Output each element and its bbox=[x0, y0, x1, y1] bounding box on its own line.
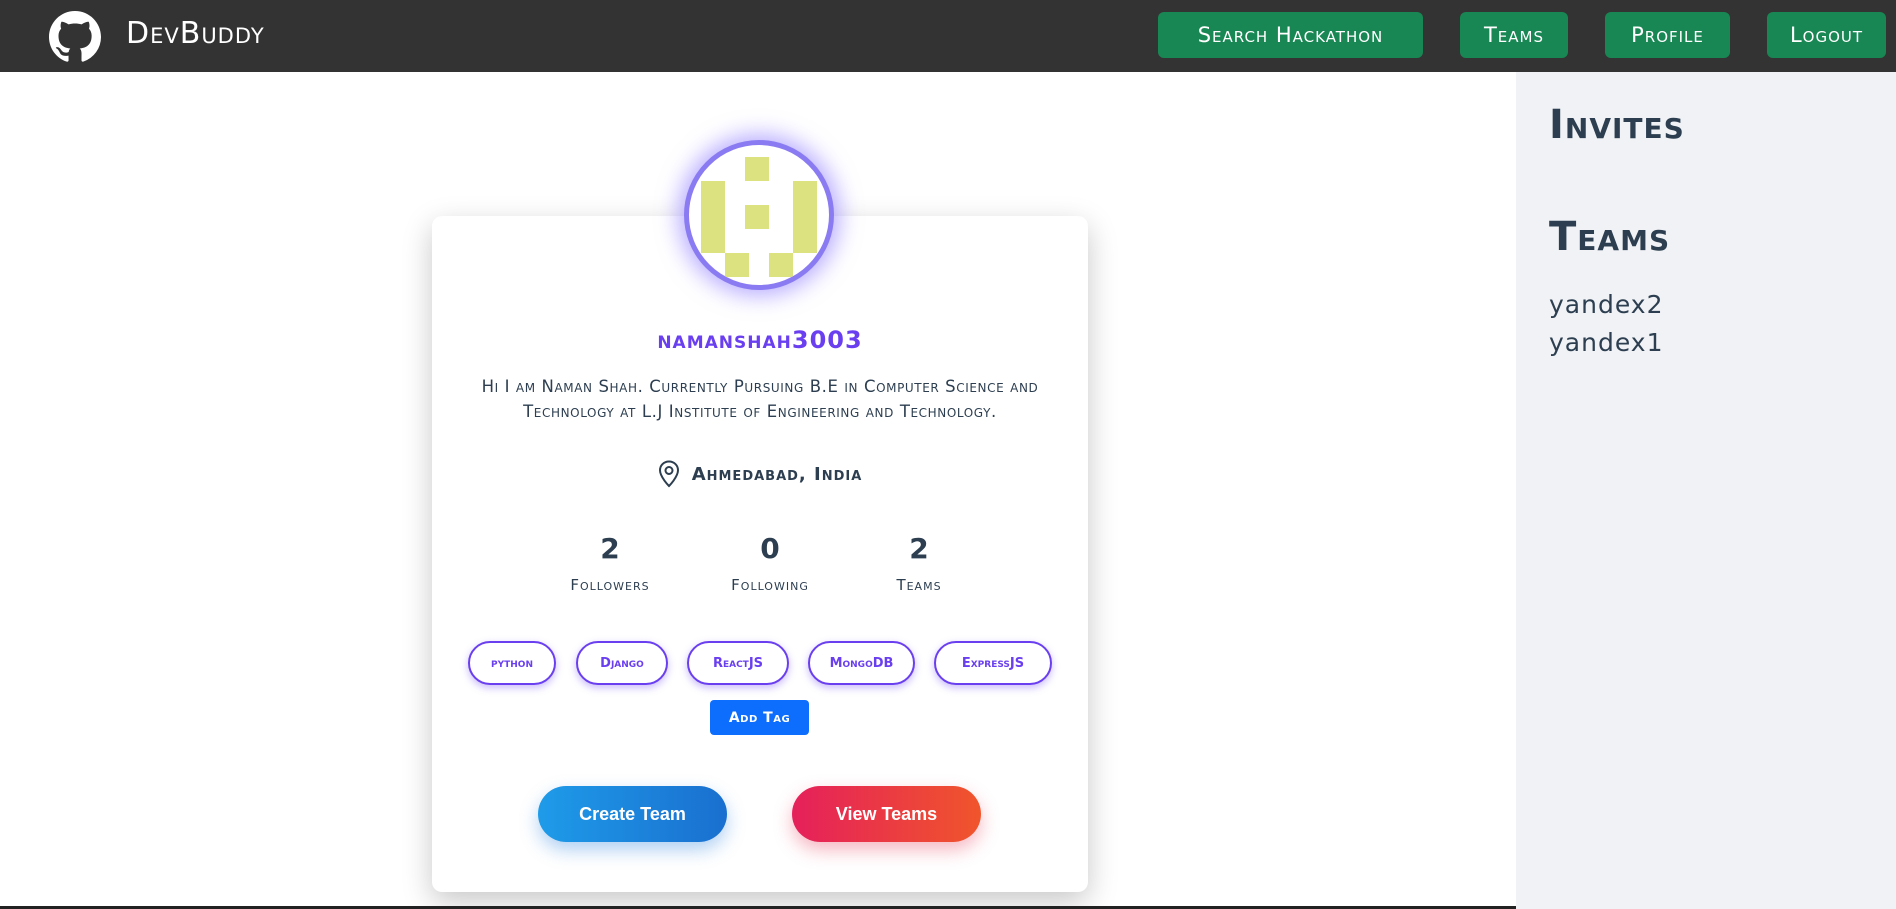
tag-mongodb[interactable]: MongoDB bbox=[808, 641, 915, 685]
sidebar-team-yandex2[interactable]: yandex2 bbox=[1549, 290, 1663, 319]
avatar bbox=[684, 140, 834, 290]
profile-nav-button[interactable]: Profile bbox=[1605, 12, 1730, 58]
teams-stat[interactable]: 2 Teams bbox=[859, 532, 979, 594]
followers-stat[interactable]: 2 Followers bbox=[550, 532, 670, 594]
profile-location: Ahmedabad, India bbox=[432, 460, 1088, 488]
profile-bio: Hi I am Naman Shah. Currently Pursuing B… bbox=[481, 377, 1039, 421]
sidebar-team-yandex1[interactable]: yandex1 bbox=[1549, 328, 1663, 357]
github-logo-icon[interactable] bbox=[49, 11, 101, 63]
sidebar: Invites Teams yandex2 yandex1 bbox=[1516, 72, 1896, 909]
add-tag-button[interactable]: Add Tag bbox=[710, 700, 809, 735]
navbar: DevBuddy Search Hackathon Teams Profile … bbox=[0, 0, 1896, 72]
following-stat[interactable]: 0 Following bbox=[710, 532, 830, 594]
logout-button[interactable]: Logout bbox=[1767, 12, 1886, 58]
tag-django[interactable]: Django bbox=[576, 641, 668, 685]
teams-nav-button[interactable]: Teams bbox=[1460, 12, 1568, 58]
invites-heading: Invites bbox=[1549, 102, 1685, 148]
create-team-button[interactable]: Create Team bbox=[538, 786, 727, 842]
profile-username: namanshah3003 bbox=[657, 326, 863, 354]
tag-expressjs[interactable]: ExpressJS bbox=[934, 641, 1052, 685]
search-hackathon-button[interactable]: Search Hackathon bbox=[1158, 12, 1423, 58]
followers-count: 2 bbox=[600, 532, 620, 565]
view-teams-button[interactable]: View Teams bbox=[792, 786, 981, 842]
teams-heading: Teams bbox=[1549, 214, 1671, 260]
following-label: Following bbox=[731, 576, 809, 594]
teams-count: 2 bbox=[909, 532, 929, 565]
followers-label: Followers bbox=[570, 576, 650, 594]
location-pin-icon bbox=[658, 460, 679, 488]
brand-name[interactable]: DevBuddy bbox=[126, 16, 265, 51]
location-text: Ahmedabad, India bbox=[691, 463, 863, 485]
tag-reactjs[interactable]: ReactJS bbox=[687, 641, 789, 685]
tag-python[interactable]: python bbox=[468, 641, 556, 685]
teams-label: Teams bbox=[896, 576, 942, 594]
following-count: 0 bbox=[760, 532, 780, 565]
identicon-image bbox=[701, 157, 817, 277]
